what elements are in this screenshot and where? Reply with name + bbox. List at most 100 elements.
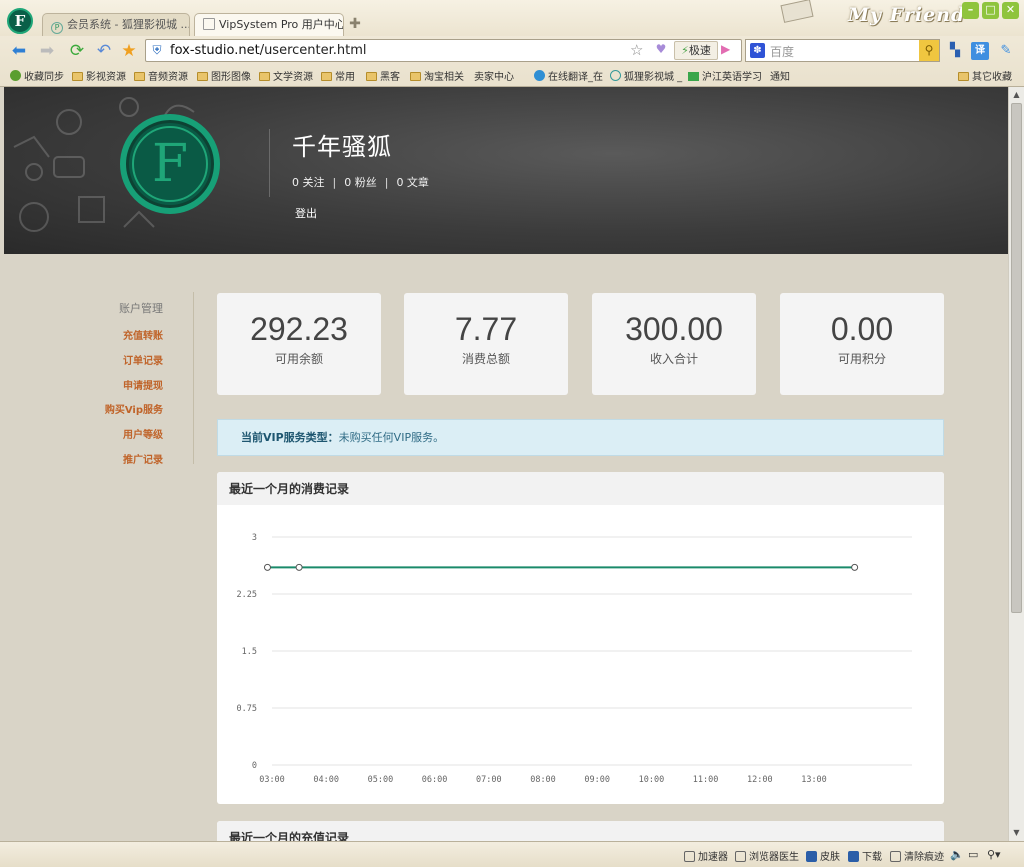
bookmark-folder[interactable]: 影视资源 — [72, 68, 126, 83]
sidebar-item-user-level[interactable]: 用户等级 — [123, 426, 163, 441]
tab-user-center[interactable]: VipSystem Pro 用户中心✖ — [194, 13, 344, 36]
sidebar-item-buy-vip[interactable]: 购买Vip服务 — [105, 401, 163, 416]
tab-member-system[interactable]: P会员系统 - 狐狸影视城 ...✖ — [42, 13, 190, 36]
bookmark-item[interactable]: 沪江英语学习 — [688, 68, 762, 83]
stat-label: 可用积分 — [837, 352, 886, 366]
download-icon — [848, 851, 859, 862]
avatar[interactable]: F — [120, 114, 220, 214]
stat-card-points: 0.00 可用积分 — [780, 293, 944, 395]
heart-icon[interactable]: ♥ — [651, 42, 671, 60]
scroll-thumb[interactable] — [1011, 103, 1022, 613]
vertical-scrollbar[interactable]: ▲ ▼ — [1008, 87, 1024, 841]
x-tick-label: 10:00 — [639, 775, 665, 785]
translate-icon[interactable]: 译 — [971, 42, 989, 60]
translate-site-icon — [534, 70, 545, 81]
y-tick-label: 2.25 — [237, 590, 257, 600]
x-tick-label: 09:00 — [584, 775, 610, 785]
data-point — [263, 563, 271, 571]
bookmark-item[interactable]: 通知 — [770, 68, 790, 166]
skin-decoration-icon — [780, 0, 814, 23]
x-tick-label: 05:00 — [368, 775, 394, 785]
skin-button[interactable]: 皮肤 — [806, 848, 840, 863]
stat-label: 消费总额 — [461, 352, 510, 366]
folder-icon — [958, 72, 969, 81]
bookmark-item[interactable]: 在线翻译_在 — [534, 68, 603, 83]
scroll-down-icon[interactable]: ▼ — [1009, 826, 1024, 840]
bookmark-folder[interactable]: 黑客 — [366, 68, 400, 83]
broom-icon — [890, 851, 901, 862]
sync-icon — [10, 70, 21, 81]
x-tick-label: 12:00 — [747, 775, 773, 785]
consumption-chart: 0 0.75 1.5 2.25 3 03:00 04:00 05:00 06:00 07:00 08… — [237, 533, 912, 785]
stat-value: 292.23 — [250, 311, 348, 347]
refresh-icon[interactable]: ⟳ — [66, 40, 88, 62]
articles-count[interactable]: 0 文章 — [396, 176, 429, 189]
search-box[interactable]: ✽ 百度 ⚲ — [745, 39, 940, 62]
screen-icon[interactable]: ▭ — [968, 848, 978, 861]
folder-icon — [259, 72, 270, 81]
bookmark-item[interactable]: 狐狸影视城 _ — [610, 68, 682, 83]
stat-card-spent: 7.77 消费总额 — [404, 293, 568, 395]
x-tick-label: 07:00 — [476, 775, 502, 785]
bookmark-folder[interactable]: 文学资源 — [259, 68, 313, 83]
stat-value: 7.77 — [454, 311, 518, 347]
folder-icon — [410, 72, 421, 81]
bookmark-folder[interactable]: 常用 — [321, 68, 355, 83]
y-tick-label: 3 — [252, 533, 257, 543]
tools-wrench-icon[interactable]: ✎ — [997, 42, 1015, 60]
folder-icon — [366, 72, 377, 81]
download-button[interactable]: 下载 — [848, 848, 882, 863]
vip-status-label: 当前VIP服务类型： — [241, 431, 339, 444]
clear-history-button[interactable]: 清除痕迹 — [890, 848, 944, 863]
follow-count[interactable]: 0 关注 — [292, 176, 325, 189]
logout-link[interactable]: 登出 — [295, 205, 317, 221]
sidebar-item-withdraw[interactable]: 申请提现 — [123, 377, 163, 392]
vip-status-alert: 当前VIP服务类型：未购买任何VIP服务。 — [217, 419, 944, 456]
bookmark-folder-other[interactable]: 其它收藏 — [958, 68, 1012, 83]
search-icon[interactable]: ⚲ — [919, 40, 939, 61]
minimize-icon[interactable]: – — [962, 2, 979, 19]
rocket-icon — [684, 851, 695, 862]
baidu-paw-icon[interactable]: ✽ — [750, 43, 765, 58]
bookmark-item[interactable]: 收藏同步 — [10, 68, 64, 83]
doctor-button[interactable]: 浏览器医生 — [735, 848, 799, 863]
scroll-up-icon[interactable]: ▲ — [1009, 88, 1024, 102]
apps-grid-icon[interactable]: ▚ — [946, 42, 964, 60]
back-icon[interactable]: ⬅ — [8, 40, 30, 62]
page-icon — [203, 18, 215, 30]
bookmark-folder[interactable]: 淘宝相关 — [410, 68, 464, 83]
bookmark-star-icon[interactable]: ☆ — [630, 41, 643, 59]
sidebar-item-recharge[interactable]: 充值转账 — [123, 327, 163, 342]
maximize-icon[interactable]: □ — [982, 2, 999, 19]
fox-site-icon — [610, 70, 621, 81]
account-sidebar: 账户管理 充值转账 订单记录 申请提现 购买Vip服务 用户等级 推广记录 — [96, 292, 194, 466]
undo-close-icon[interactable]: ↶ — [93, 40, 115, 62]
data-point — [295, 563, 303, 571]
bookmark-folder[interactable]: 音频资源 — [134, 68, 188, 83]
new-tab-icon[interactable]: ✚ — [346, 16, 364, 32]
bookmark-item[interactable]: 卖家中心 — [474, 68, 514, 166]
browser-logo-icon[interactable]: F — [7, 8, 33, 34]
zoom-icon[interactable]: ⚲▾ — [987, 848, 1001, 861]
x-tick-label: 08:00 — [530, 775, 556, 785]
close-window-icon[interactable]: ✕ — [1002, 2, 1019, 19]
user-name: 千年骚狐 — [292, 133, 392, 161]
bookmark-folder[interactable]: 图形图像 — [197, 68, 251, 83]
sidebar-item-orders[interactable]: 订单记录 — [123, 352, 163, 367]
fans-count[interactable]: 0 粉丝 — [344, 176, 377, 189]
address-bar[interactable]: ⛨ fox-studio.net/usercenter.html ☆ ♥ ⚡极速… — [145, 39, 742, 62]
consumption-panel: 最近一个月的消费记录 0 0.75 1.5 2.25 3 03:00 04:00 05:00 0… — [217, 472, 944, 804]
hujiang-icon — [688, 72, 699, 81]
sidebar-item-referrals[interactable]: 推广记录 — [123, 451, 163, 466]
recharge-panel: 最近一个月的充值记录 — [217, 821, 944, 841]
volume-icon[interactable]: 🔈 — [950, 848, 964, 861]
play-icon[interactable]: ▶ — [721, 42, 730, 56]
url-text[interactable]: fox-studio.net/usercenter.html — [170, 43, 367, 58]
y-tick-label: 0.75 — [237, 704, 257, 714]
folder-icon — [321, 72, 332, 81]
speed-mode-button[interactable]: ⚡极速 — [674, 41, 718, 60]
forward-icon[interactable]: ➡ — [36, 40, 58, 62]
favorites-star-icon[interactable]: ★ — [118, 40, 140, 62]
accelerator-button[interactable]: 加速器 — [684, 848, 728, 863]
stat-label: 可用余额 — [274, 352, 323, 366]
